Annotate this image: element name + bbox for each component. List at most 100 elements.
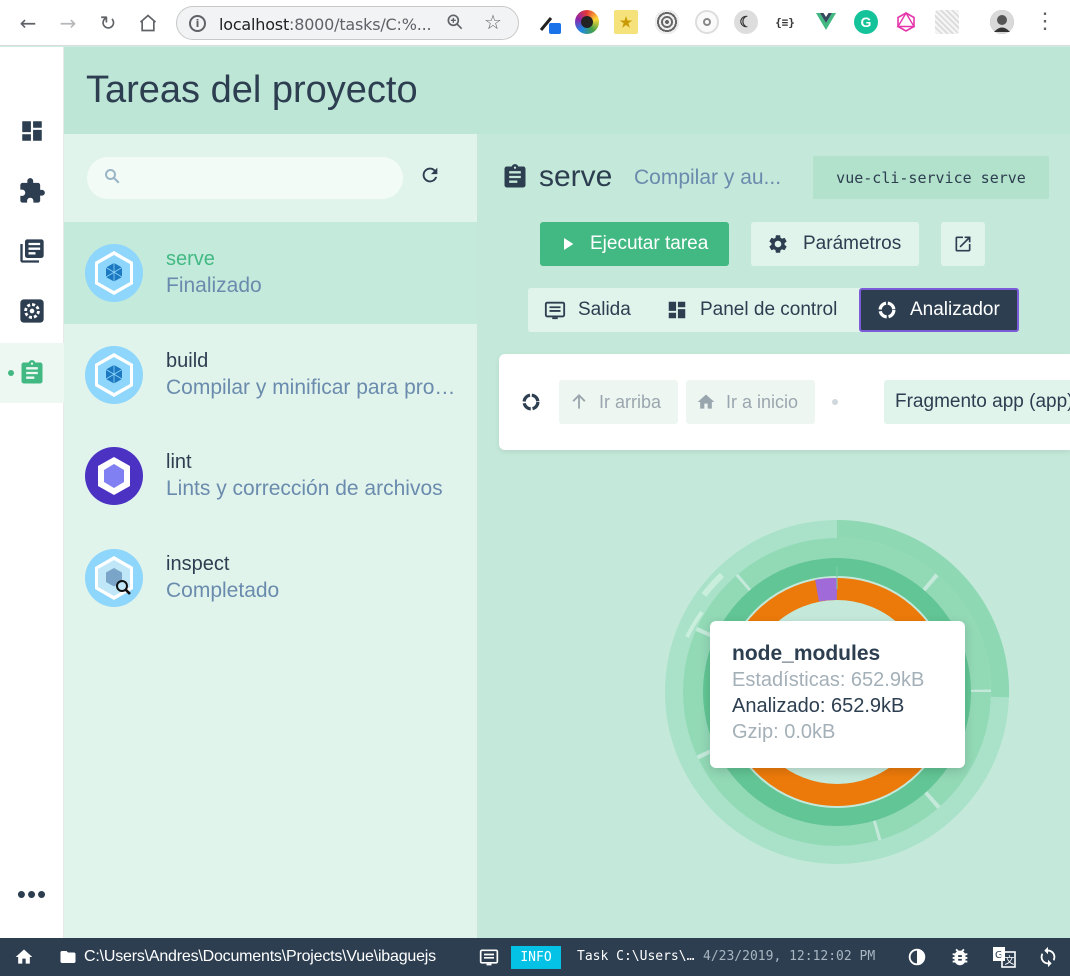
task-description: Completado <box>166 579 280 602</box>
play-icon <box>564 238 574 250</box>
tab-analyzer[interactable]: Analizador <box>859 288 1019 332</box>
log-message[interactable]: Task C:\Users\… <box>577 949 694 964</box>
dark-mode-toggle-icon[interactable] <box>906 946 928 968</box>
eslint-icon <box>85 447 143 505</box>
url-text: localhost:8000/tasks/C:%... <box>219 15 432 34</box>
page-header: Tareas del proyecto <box>64 47 1070 134</box>
tooltip-stats: Estadísticas: 652.9kB <box>732 669 925 691</box>
dashboard-icon <box>22 121 42 141</box>
assignment-icon <box>21 360 43 384</box>
browser-toolbar: ← → ↻ i localhost:8000/tasks/C:%... ☆ ★ … <box>0 0 1070 46</box>
webpack-inspect-icon <box>85 549 143 607</box>
task-description: Finalizado <box>166 274 262 297</box>
sync-icon[interactable] <box>1037 946 1059 968</box>
home-icon[interactable] <box>134 9 162 37</box>
tooltip-parsed: Analizado: 652.9kB <box>732 695 905 717</box>
rail-item-plugins[interactable] <box>0 161 64 221</box>
run-task-button[interactable]: Ejecutar tarea <box>540 222 729 266</box>
dashboard-icon <box>668 301 686 319</box>
folder-icon[interactable] <box>58 948 78 966</box>
translate-icon[interactable]: G文 <box>992 946 1016 968</box>
browser-menu-icon[interactable]: ⋮ <box>1034 8 1056 34</box>
zoom-icon[interactable] <box>445 11 465 38</box>
task-title: serve Compilar y au... <box>501 160 781 194</box>
log-timestamp: 4/23/2019, 12:12:02 PM <box>703 949 876 964</box>
bug-report-icon[interactable] <box>949 946 971 968</box>
dark-mode-ext-icon[interactable]: ☾ <box>734 10 758 34</box>
task-detail-pane: serve Compilar y au... vue-cli-service s… <box>477 134 1070 938</box>
project-path[interactable]: C:\Users\Andres\Documents\Projects\Vue\i… <box>84 948 436 966</box>
arrow-up-icon <box>572 394 586 409</box>
task-description: Compilar y minificar para producción <box>166 376 461 399</box>
assignment-icon <box>504 164 526 188</box>
rail-item-tasks[interactable] <box>0 343 64 403</box>
graphql-ext-icon[interactable] <box>894 10 918 34</box>
home-icon[interactable] <box>13 947 35 967</box>
go-up-button[interactable]: Ir arriba <box>559 380 678 424</box>
chunk-select[interactable]: Fragmento app (app) <box>884 380 1070 424</box>
nav-rail: ••• <box>0 47 64 938</box>
donut-icon <box>522 393 540 411</box>
sunburst-tooltip: node_modules Estadísticas: 652.9kB Anali… <box>710 621 965 768</box>
settings-icon <box>20 299 44 323</box>
tab-output[interactable]: Salida <box>544 288 631 332</box>
grammarly-ext-icon[interactable]: G <box>854 10 878 34</box>
search-field[interactable] <box>87 157 403 199</box>
status-bar: C:\Users\Andres\Documents\Projects\Vue\i… <box>0 938 1070 976</box>
grayscale-ext-icon[interactable] <box>655 10 679 34</box>
log-level-badge: INFO <box>511 946 561 969</box>
tab-dashboard[interactable]: Panel de control <box>666 288 837 332</box>
rail-item-configuration[interactable] <box>0 281 64 341</box>
task-item-build[interactable]: build Compilar y minificar para producci… <box>64 324 477 426</box>
json-ext-icon[interactable]: {≡} <box>773 10 797 34</box>
color-wheel-ext-icon[interactable] <box>575 10 599 34</box>
webpack-icon <box>85 244 143 302</box>
more-menu-button[interactable]: ••• <box>0 879 64 910</box>
active-indicator <box>8 370 14 376</box>
eyedropper-ext-icon[interactable] <box>537 10 561 34</box>
back-arrow-icon[interactable]: ← <box>14 9 42 37</box>
profile-avatar[interactable] <box>990 10 1014 34</box>
tooltip-gzip: Gzip: 0.0kB <box>732 721 836 743</box>
task-list-pane: serve Finalizado build Compilar y minifi… <box>64 134 477 938</box>
open-in-new-button[interactable] <box>941 222 985 266</box>
reload-icon[interactable]: ↻ <box>94 9 122 37</box>
task-name: inspect <box>166 553 230 575</box>
analyzer-toolbar: Ir arriba Ir a inicio Fragmento app (app… <box>499 354 1070 450</box>
webpack-icon <box>85 346 143 404</box>
svg-text:文: 文 <box>1005 954 1015 967</box>
view-tabs: Salida Panel de control Analizador <box>528 288 1019 332</box>
go-home-button[interactable]: Ir a inicio <box>686 380 815 424</box>
forward-arrow-icon[interactable]: → <box>54 9 82 37</box>
output-icon <box>544 301 566 320</box>
open-in-new-icon <box>955 236 971 252</box>
rail-item-dashboard[interactable] <box>0 101 64 161</box>
site-info-icon[interactable]: i <box>189 15 206 32</box>
parameters-button[interactable]: Parámetros <box>751 222 919 266</box>
task-name: build <box>166 350 209 372</box>
bookmark-star-icon[interactable]: ☆ <box>484 10 502 35</box>
target-ext-icon[interactable] <box>695 10 719 34</box>
search-icon <box>105 169 120 184</box>
library-books-icon <box>20 239 44 263</box>
task-item-lint[interactable]: lint Lints y corrección de archivos <box>64 425 477 527</box>
rail-item-dependencies[interactable] <box>0 221 64 281</box>
home-icon <box>697 394 715 409</box>
task-name: lint <box>166 451 192 473</box>
task-item-serve[interactable]: serve Finalizado <box>64 222 477 324</box>
task-description: Lints y corrección de archivos <box>166 477 443 500</box>
console-log-icon[interactable] <box>478 947 500 967</box>
task-title-description: Compilar y au... <box>634 166 782 189</box>
image-ext-icon[interactable]: ★ <box>614 10 638 34</box>
address-bar[interactable]: i localhost:8000/tasks/C:%... ☆ <box>176 6 519 40</box>
vue-devtools-ext-icon[interactable] <box>814 10 838 34</box>
separator-dot <box>832 399 838 405</box>
page-title: Tareas del proyecto <box>86 69 418 111</box>
task-name: serve <box>166 248 215 270</box>
refresh-icon[interactable] <box>419 164 441 186</box>
tooltip-title: node_modules <box>732 642 881 665</box>
pattern-ext-icon[interactable] <box>935 10 959 34</box>
task-command: vue-cli-service serve <box>813 156 1049 199</box>
gear-icon <box>769 235 787 253</box>
task-item-inspect[interactable]: inspect Completado <box>64 527 477 629</box>
